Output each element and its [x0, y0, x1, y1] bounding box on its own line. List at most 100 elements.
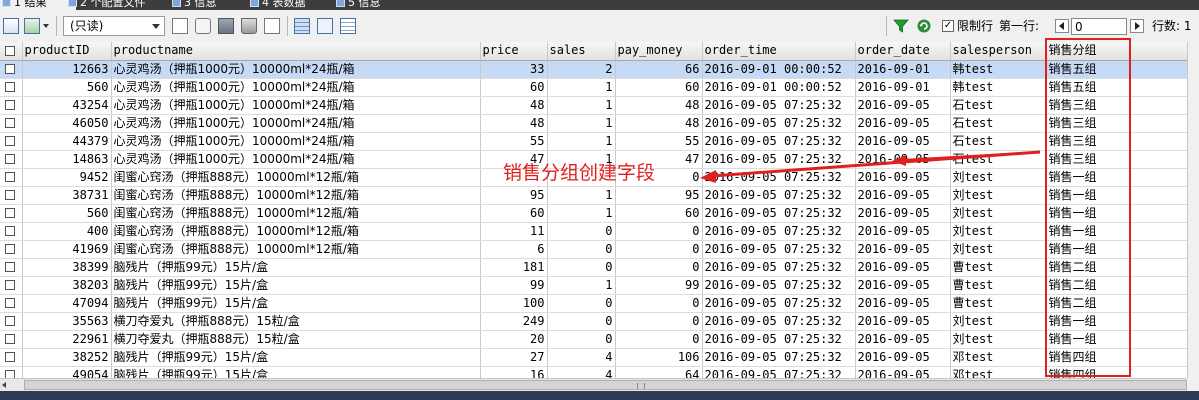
cell-productID[interactable]: 47094 [22, 294, 112, 313]
cell-group[interactable]: 销售一组 [1046, 186, 1187, 205]
cell-order_date[interactable]: 2016-09-05 [855, 294, 951, 313]
cell-salesperson[interactable]: 刘test [950, 312, 1047, 331]
cancel-changes-icon[interactable] [264, 18, 280, 34]
cell-order_date[interactable]: 2016-09-05 [855, 150, 951, 169]
cell-price[interactable]: 20 [480, 330, 548, 349]
table-row[interactable]: 49054 脑残片（押瓶99元）15片/盒 16 4 64 2016-09-05 07:2… [0, 366, 1187, 378]
cell-order_date[interactable]: 2016-09-05 [855, 330, 951, 349]
row-select-cell[interactable] [0, 348, 23, 367]
cell-group[interactable]: 销售二组 [1046, 294, 1187, 313]
cell-order_date[interactable]: 2016-09-05 [855, 132, 951, 151]
column-header[interactable]: pay_money [615, 42, 703, 61]
cell-order_date[interactable]: 2016-09-01 [855, 60, 951, 79]
cell-order_time[interactable]: 2016-09-01 00:00:52 [702, 60, 856, 79]
column-header[interactable]: order_time [702, 42, 856, 61]
filter-icon[interactable] [893, 18, 909, 34]
cell-order_date[interactable]: 2016-09-05 [855, 204, 951, 223]
cell-order_date[interactable]: 2016-09-01 [855, 78, 951, 97]
table-row[interactable]: 38731 闺蜜心窍汤（押瓶888元）10000ml*12瓶/箱 95 1 95 2016… [0, 186, 1187, 205]
cell-productname[interactable]: 横刀夺爱丸（押瓶888元）15粒/盒 [111, 330, 481, 349]
cell-price[interactable]: 100 [480, 294, 548, 313]
grid-view-icon[interactable] [294, 18, 310, 34]
form-view-icon[interactable] [317, 18, 333, 34]
table-row[interactable]: 41969 闺蜜心窍汤（押瓶888元）10000ml*12瓶/箱 6 0 0 2016-0… [0, 240, 1187, 259]
previous-page-button[interactable] [1055, 19, 1069, 33]
cell-productID[interactable]: 22961 [22, 330, 112, 349]
first-row-input[interactable] [1071, 18, 1127, 35]
row-select-cell[interactable] [0, 150, 23, 169]
cell-salesperson[interactable]: 刘test [950, 240, 1047, 259]
cell-order_time[interactable]: 2016-09-01 00:00:52 [702, 78, 856, 97]
next-page-button[interactable] [1130, 19, 1144, 33]
cell-group[interactable]: 销售二组 [1046, 258, 1187, 277]
duplicate-row-icon[interactable] [195, 18, 211, 34]
cell-sales[interactable]: 0 [547, 330, 616, 349]
cell-price[interactable]: 60 [480, 78, 548, 97]
cell-productname[interactable]: 心灵鸡汤（押瓶1000元）10000ml*24瓶/箱 [111, 78, 481, 97]
table-row[interactable]: 38399 脑残片（押瓶99元）15片/盒 181 0 0 2016-09-05 07:2… [0, 258, 1187, 277]
cell-productname[interactable]: 心灵鸡汤（押瓶1000元）10000ml*24瓶/箱 [111, 96, 481, 115]
tab-info[interactable]: 3 信息 [170, 0, 254, 10]
cell-pay_money[interactable]: 0 [615, 258, 703, 277]
cell-productname[interactable]: 脑残片（押瓶99元）15片/盒 [111, 294, 481, 313]
cell-productname[interactable]: 闺蜜心窍汤（押瓶888元）10000ml*12瓶/箱 [111, 204, 481, 223]
cell-sales[interactable]: 1 [547, 276, 616, 295]
cell-productID[interactable]: 400 [22, 222, 112, 241]
cell-pay_money[interactable]: 64 [615, 366, 703, 378]
cell-sales[interactable]: 1 [547, 96, 616, 115]
cell-price[interactable]: 27 [480, 348, 548, 367]
table-row[interactable]: 38203 脑残片（押瓶99元）15片/盒 99 1 99 2016-09-05 07:2… [0, 276, 1187, 295]
cell-sales[interactable]: 0 [547, 222, 616, 241]
cell-salesperson[interactable]: 邓test [950, 348, 1047, 367]
cell-price[interactable]: 60 [480, 204, 548, 223]
cell-order_date[interactable]: 2016-09-05 [855, 366, 951, 378]
cell-salesperson[interactable]: 邓test [950, 366, 1047, 378]
cell-productID[interactable]: 38399 [22, 258, 112, 277]
cell-order_time[interactable]: 2016-09-05 07:25:32 [702, 330, 856, 349]
cell-productID[interactable]: 35563 [22, 312, 112, 331]
cell-order_time[interactable]: 2016-09-05 07:25:32 [702, 114, 856, 133]
row-select-cell[interactable] [0, 222, 23, 241]
cell-order_time[interactable]: 2016-09-05 07:25:32 [702, 204, 856, 223]
table-row[interactable]: 38252 脑残片（押瓶99元）15片/盒 27 4 106 2016-09-05 07:… [0, 348, 1187, 367]
cell-productname[interactable]: 闺蜜心窍汤（押瓶888元）10000ml*12瓶/箱 [111, 222, 481, 241]
cell-price[interactable]: 181 [480, 258, 548, 277]
cell-salesperson[interactable]: 韩test [950, 78, 1047, 97]
cell-price[interactable]: 48 [480, 96, 548, 115]
cell-price[interactable]: 48 [480, 114, 548, 133]
cell-productname[interactable]: 心灵鸡汤（押瓶1000元）10000ml*24瓶/箱 [111, 60, 481, 79]
cell-group[interactable]: 销售四组 [1046, 348, 1187, 367]
cell-productID[interactable]: 14863 [22, 150, 112, 169]
cell-pay_money[interactable]: 60 [615, 78, 703, 97]
cell-salesperson[interactable]: 石test [950, 96, 1047, 115]
cell-productname[interactable]: 闺蜜心窍汤（押瓶888元）10000ml*12瓶/箱 [111, 186, 481, 205]
cell-productID[interactable]: 38203 [22, 276, 112, 295]
cell-order_time[interactable]: 2016-09-05 07:25:32 [702, 132, 856, 151]
cell-group[interactable]: 销售四组 [1046, 366, 1187, 378]
row-select-cell[interactable] [0, 60, 23, 79]
row-select-cell[interactable] [0, 276, 23, 295]
cell-sales[interactable]: 0 [547, 312, 616, 331]
cell-sales[interactable]: 1 [547, 204, 616, 223]
cell-order_time[interactable]: 2016-09-05 07:25:32 [702, 312, 856, 331]
cell-productname[interactable]: 横刀夺爱丸（押瓶888元）15粒/盒 [111, 312, 481, 331]
row-select-cell[interactable] [0, 186, 23, 205]
cell-productID[interactable]: 38252 [22, 348, 112, 367]
cell-productID[interactable]: 44379 [22, 132, 112, 151]
tab-results[interactable]: 1 结果 [0, 0, 76, 10]
cell-group[interactable]: 销售一组 [1046, 312, 1187, 331]
row-select-cell[interactable] [0, 240, 23, 259]
row-select-cell[interactable] [0, 294, 23, 313]
cell-group[interactable]: 销售一组 [1046, 240, 1187, 259]
table-row[interactable]: 12663 心灵鸡汤（押瓶1000元）10000ml*24瓶/箱 33 2 66 2016… [0, 60, 1187, 79]
cell-salesperson[interactable]: 刘test [950, 186, 1047, 205]
select-all-cell[interactable] [0, 42, 23, 61]
row-select-cell[interactable] [0, 366, 23, 378]
row-select-cell[interactable] [0, 204, 23, 223]
column-header[interactable]: productID [22, 42, 112, 61]
cell-group[interactable]: 销售五组 [1046, 60, 1187, 79]
row-select-cell[interactable] [0, 330, 23, 349]
cell-order_time[interactable]: 2016-09-05 07:25:32 [702, 240, 856, 259]
cell-salesperson[interactable]: 石test [950, 114, 1047, 133]
cell-salesperson[interactable]: 曹test [950, 294, 1047, 313]
